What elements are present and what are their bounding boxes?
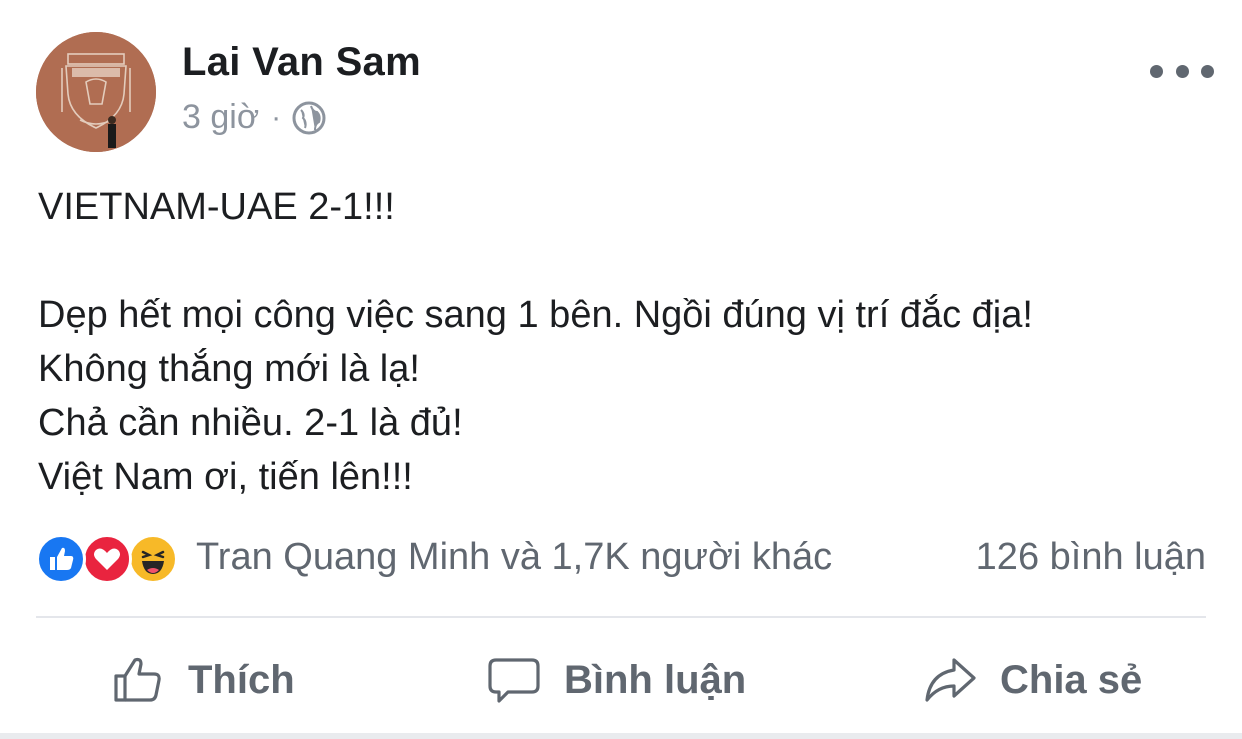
post-time[interactable]: 3 giờ (182, 98, 259, 137)
reactions-summary[interactable]: Tran Quang Minh và 1,7K người khác (196, 536, 832, 579)
post-line: VIETNAM-UAE 2-1!!! (38, 186, 395, 228)
more-options-icon[interactable] (1150, 56, 1214, 86)
comment-bubble-icon (488, 658, 540, 703)
comment-label: Bình luận (564, 657, 747, 702)
post-line: Chả cần nhiều. 2-1 là đủ! (38, 402, 463, 444)
like-button[interactable]: Thích (110, 640, 295, 720)
post-line: Dẹp hết mọi công việc sang 1 bên. Ngồi đ… (38, 294, 1033, 336)
share-button[interactable]: Chia sẻ (922, 640, 1142, 720)
like-reaction-icon (36, 534, 86, 584)
meta-separator: · (271, 100, 282, 134)
post-line-blank (38, 234, 1218, 288)
post-line: Việt Nam ơi, tiến lên!!! (38, 456, 413, 498)
haha-reaction-icon (128, 534, 178, 584)
reaction-icons[interactable] (36, 534, 186, 584)
more-dot (1175, 64, 1189, 78)
post-meta: 3 giờ · (182, 98, 327, 137)
more-dot (1150, 64, 1163, 78)
author-name[interactable]: Lai Van Sam (182, 40, 421, 85)
action-bar: Thích Bình luận Chia sẻ (0, 640, 1242, 720)
love-reaction-icon (82, 534, 132, 584)
like-label: Thích (188, 657, 295, 702)
liverpool-crest-image (36, 32, 156, 152)
globe-icon[interactable] (291, 100, 327, 136)
post-text: VIETNAM-UAE 2-1!!! Dẹp hết mọi công việc… (38, 180, 1218, 504)
share-arrow-icon (925, 658, 976, 702)
more-dot (1201, 64, 1214, 78)
reactions-bar[interactable]: Tran Quang Minh và 1,7K người khác 126 b… (36, 534, 1206, 584)
comment-button[interactable]: Bình luận (486, 640, 746, 720)
thumbs-up-icon (114, 657, 161, 702)
comment-count[interactable]: 126 bình luận (976, 536, 1206, 579)
post-line: Không thắng mới là lạ! (38, 348, 420, 390)
divider (36, 616, 1206, 618)
facebook-post: Lai Van Sam 3 giờ · VIETNAM-UAE 2-1!!! D… (0, 0, 1242, 739)
share-label: Chia sẻ (1000, 657, 1143, 702)
post-bottom-border (0, 733, 1242, 739)
avatar[interactable] (36, 32, 156, 152)
